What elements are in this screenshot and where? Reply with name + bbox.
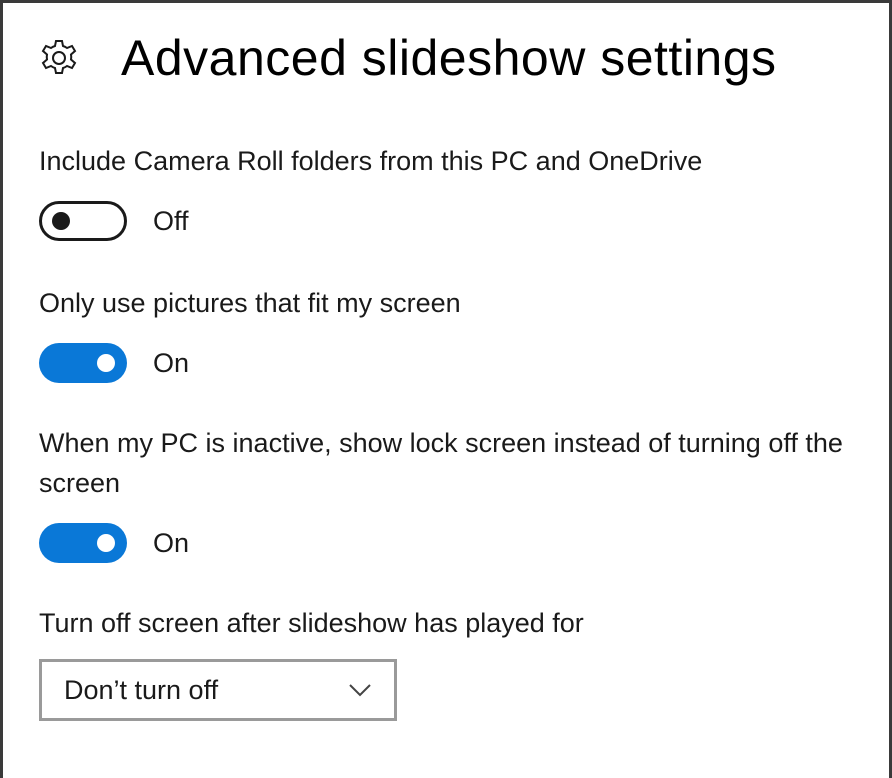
- toggle-row: On: [39, 343, 884, 383]
- setting-label: Only use pictures that fit my screen: [39, 288, 461, 318]
- setting-label: When my PC is inactive, show lock screen…: [39, 428, 843, 498]
- setting-label: Turn off screen after slideshow has play…: [39, 608, 584, 638]
- settings-window: Advanced slideshow settings Include Came…: [0, 0, 892, 778]
- setting-fit-screen: Only use pictures that fit my screen On: [39, 283, 884, 383]
- toggle-row: Off: [39, 201, 884, 241]
- toggle-row: On: [39, 523, 884, 563]
- dropdown-selected-value: Don’t turn off: [64, 674, 219, 705]
- setting-lock-screen: When my PC is inactive, show lock screen…: [39, 423, 884, 563]
- camera-roll-toggle[interactable]: [39, 201, 127, 241]
- setting-label: Include Camera Roll folders from this PC…: [39, 146, 703, 176]
- lock-screen-toggle[interactable]: [39, 523, 127, 563]
- setting-turn-off-screen: Turn off screen after slideshow has play…: [39, 603, 884, 721]
- toggle-state-label: On: [153, 347, 190, 378]
- toggle-knob: [97, 354, 115, 372]
- chevron-down-icon: [348, 682, 372, 698]
- gear-icon: [37, 36, 81, 80]
- setting-camera-roll: Include Camera Roll folders from this PC…: [39, 141, 884, 241]
- toggle-state-label: On: [153, 527, 190, 558]
- toggle-knob: [97, 534, 115, 552]
- fit-screen-toggle[interactable]: [39, 343, 127, 383]
- toggle-state-label: Off: [153, 205, 189, 236]
- page-header: Advanced slideshow settings: [37, 23, 777, 93]
- page-title: Advanced slideshow settings: [121, 30, 777, 86]
- toggle-knob: [52, 212, 70, 230]
- turn-off-dropdown[interactable]: Don’t turn off: [39, 659, 397, 721]
